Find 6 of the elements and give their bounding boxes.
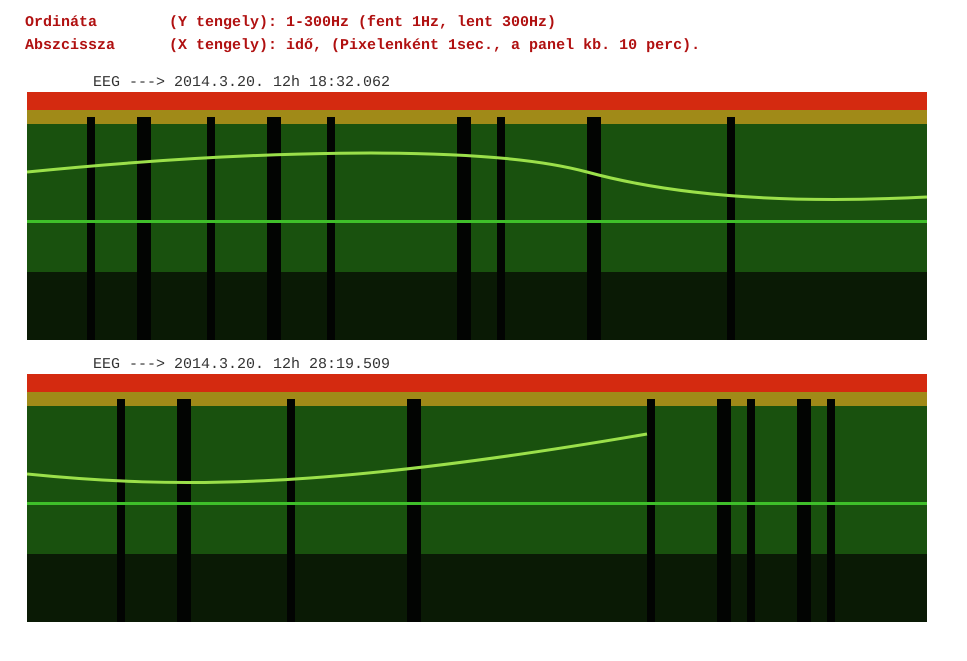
axis-label: Abszcissza xyxy=(25,36,116,56)
axis-label: Ordináta xyxy=(25,13,98,33)
panel-caption: EEG ---> 2014.3.20. 12h 18:32.062 xyxy=(93,74,390,92)
axis-description: (X tengely): idő, (Pixelenként 1sec., a panel kb. 10 perc). xyxy=(169,36,700,56)
panel-caption: EEG ---> 2014.3.20. 12h 28:19.509 xyxy=(93,356,390,374)
axis-description: (Y tengely): 1-300Hz (fent 1Hz, lent 300Hz) xyxy=(169,13,558,33)
